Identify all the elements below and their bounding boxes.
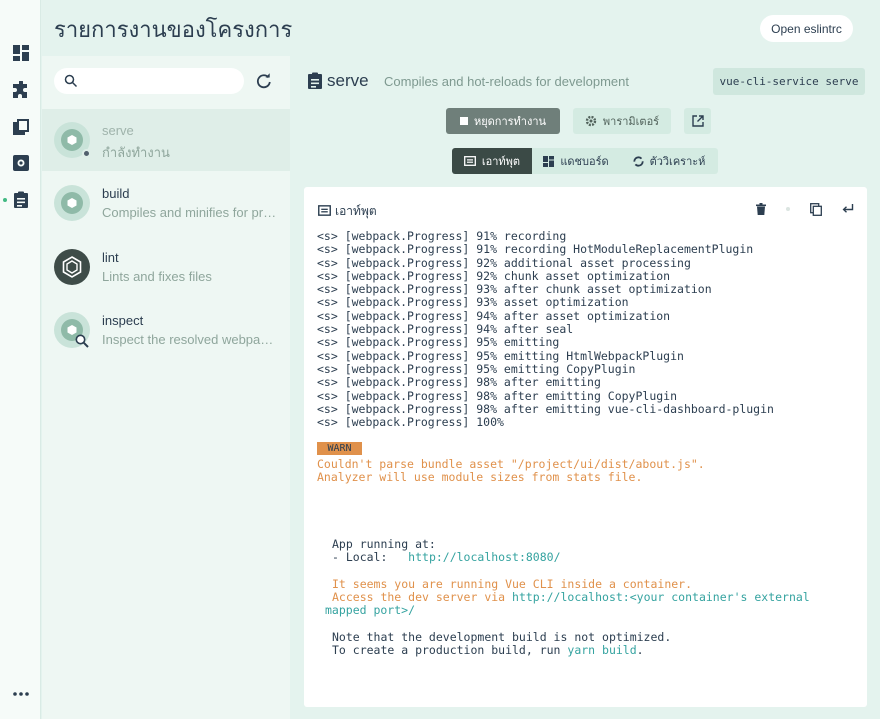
analyzer-icon — [632, 155, 644, 167]
task-list-pane: serve กำลังทำงาน build Compiles and mini… — [42, 56, 290, 719]
log-line: <s> [webpack.Progress] 94% after seal — [317, 322, 574, 337]
stop-icon — [459, 117, 468, 125]
log-line: <s> [webpack.Progress] 98% after emittin… — [317, 375, 601, 390]
tab-dashboard-label: แดชบอร์ด — [560, 156, 609, 168]
container-note: Access the dev server via http://localho… — [332, 590, 810, 604]
task-item-inspect[interactable]: inspect Inspect the resolved webpack con… — [42, 299, 290, 361]
tab-output[interactable]: เอาท์พุต — [452, 148, 532, 174]
output-icon — [318, 205, 331, 216]
log-line: <s> [webpack.Progress] 92% additional as… — [317, 255, 691, 270]
tab-analyzer-label: ตัววิเคราะห์ — [649, 156, 706, 168]
task-description: Inspect the resolved webpack config — [102, 332, 278, 347]
log-line: <s> [webpack.Progress] 100% — [317, 415, 504, 430]
page-title: รายการงานของโครงการ — [54, 18, 293, 43]
task-command: vue-cli-service serve — [713, 68, 865, 95]
search-input[interactable] — [82, 72, 232, 90]
task-description: กำลังทำงาน — [102, 145, 170, 160]
refresh-icon[interactable] — [255, 72, 273, 90]
task-name: inspect — [102, 313, 144, 328]
app-running-text: App running at: — [332, 537, 436, 551]
task-item-serve[interactable]: serve กำลังทำงาน — [42, 109, 290, 171]
scroll-bottom-icon[interactable] — [841, 202, 855, 216]
container-note-text: Access the dev server via — [332, 590, 513, 604]
copy-icon[interactable] — [809, 202, 823, 216]
search-icon — [64, 74, 78, 88]
open-external-button[interactable] — [684, 108, 711, 134]
more-icon[interactable] — [11, 684, 31, 704]
running-badge — [82, 149, 91, 158]
task-description: Lints and fixes files — [102, 269, 212, 284]
dependencies-icon[interactable] — [11, 117, 31, 137]
parameters-label: พารามิเตอร์ — [602, 116, 660, 128]
output-console: เอาท์พุต <s> [webpack.Progress] 91% reco… — [304, 187, 867, 707]
build-note-period: . — [636, 643, 644, 657]
task-name: build — [102, 186, 130, 201]
tab-output-label: เอาท์พุต — [481, 156, 521, 168]
task-title: serve — [327, 71, 369, 90]
container-url-link[interactable]: mapped port>/ — [325, 603, 415, 617]
active-indicator — [3, 198, 7, 202]
log-line: <s> [webpack.Progress] 98% after emittin… — [317, 401, 774, 416]
log-line: <s> [webpack.Progress] 91% recording — [317, 229, 567, 243]
task-name: serve — [102, 123, 134, 138]
dashboard-icon[interactable] — [11, 43, 31, 63]
open-eslintrc-button[interactable]: Open eslintrc — [760, 15, 853, 42]
task-name: lint — [102, 250, 119, 265]
log-line: <s> [webpack.Progress] 91% recording Hot… — [317, 242, 754, 257]
log-line: <s> [webpack.Progress] 92% chunk asset o… — [317, 268, 671, 283]
task-item-lint[interactable]: lint Lints and fixes files — [42, 236, 290, 298]
task-subtitle: Compiles and hot-reloads for development — [384, 74, 629, 89]
log-line: <s> [webpack.Progress] 95% emitting Html… — [317, 348, 684, 363]
inspect-icon — [54, 312, 90, 348]
build-note: Note that the development build is not o… — [332, 630, 672, 644]
console-title: เอาท์พุต — [335, 204, 377, 218]
gear-icon — [585, 115, 597, 127]
container-note: It seems you are running Vue CLI inside … — [332, 577, 693, 591]
parameters-button[interactable]: พารามิเตอร์ — [573, 108, 671, 134]
build-note-text: To create a production build, run — [332, 643, 568, 657]
stop-label: หยุดการทำงาน — [473, 116, 547, 128]
log-line: <s> [webpack.Progress] 93% asset optimiz… — [317, 295, 629, 310]
nav-rail — [0, 0, 41, 719]
plugins-icon[interactable] — [11, 80, 31, 100]
trash-icon[interactable] — [754, 202, 768, 216]
log-line: <s> [webpack.Progress] 94% after asset o… — [317, 308, 671, 323]
eslint-icon — [54, 249, 90, 285]
task-status-icon — [54, 122, 91, 158]
stop-task-button[interactable]: หยุดการทำงาน — [446, 108, 560, 134]
external-link-icon — [691, 115, 704, 127]
log-line: <s> [webpack.Progress] 93% after chunk a… — [317, 282, 712, 297]
warn-tag: WARN — [317, 442, 362, 455]
output-icon — [463, 156, 476, 166]
warn-message: Analyzer will use module sizes from stat… — [317, 470, 643, 484]
dashboard-icon — [543, 155, 555, 167]
task-clipboard-icon — [308, 72, 322, 89]
yarn-build-command: yarn build — [567, 643, 637, 657]
tab-analyzer[interactable]: ตัววิเคราะห์ — [620, 148, 718, 174]
container-url-link[interactable]: http://localhost:<your container's exter… — [512, 590, 810, 604]
log-line: <s> [webpack.Progress] 95% emitting — [317, 335, 560, 350]
toolbar-separator — [786, 207, 790, 211]
task-item-build[interactable]: build Compiles and minifies for producti… — [42, 172, 290, 234]
warn-message: Couldn't parse bundle asset "/project/ui… — [317, 457, 705, 471]
task-detail-pane: serve Compiles and hot-reloads for devel… — [291, 56, 880, 719]
local-url-link[interactable]: http://localhost:8080/ — [408, 550, 560, 564]
local-label: - Local: — [332, 550, 409, 564]
configuration-icon[interactable] — [11, 153, 31, 173]
log-line: <s> [webpack.Progress] 95% emitting Copy… — [317, 361, 636, 376]
task-package-icon — [54, 185, 90, 221]
tab-dashboard[interactable]: แดชบอร์ด — [532, 148, 620, 174]
task-description: Compiles and minifies for production — [102, 205, 278, 220]
search-box[interactable] — [54, 68, 244, 94]
local-url-line: - Local: http://localhost:8080/ — [332, 550, 561, 564]
build-note: To create a production build, run yarn b… — [332, 643, 644, 657]
tasks-icon[interactable] — [11, 190, 31, 210]
log-line: <s> [webpack.Progress] 98% after emittin… — [317, 388, 678, 403]
log-lines: <s> [webpack.Progress] 91% recording <s> … — [317, 229, 857, 430]
